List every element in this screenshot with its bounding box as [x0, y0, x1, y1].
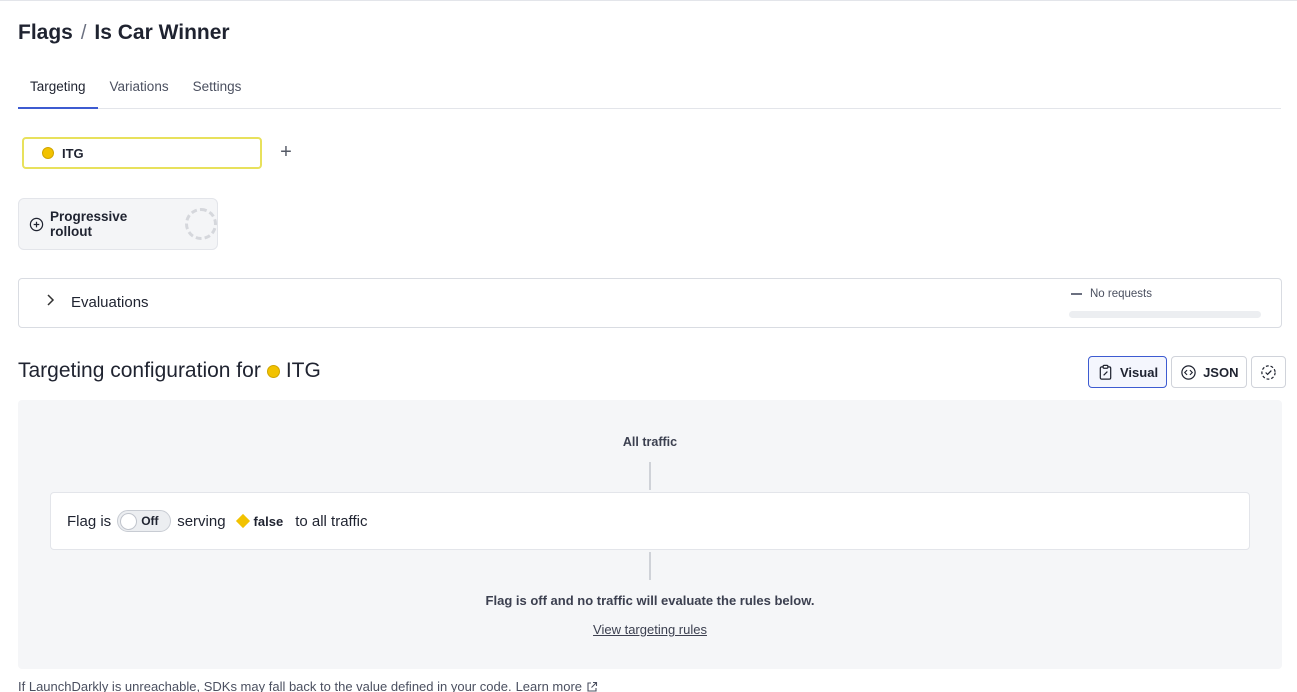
code-icon: [1181, 364, 1196, 380]
page-title: Is Car Winner: [94, 21, 230, 44]
dash-icon: [1071, 293, 1082, 295]
tab-variations[interactable]: Variations: [98, 72, 181, 109]
fallback-note: If LaunchDarkly is unreachable, SDKs may…: [18, 679, 598, 692]
all-traffic-label: All traffic: [622, 435, 678, 449]
breadcrumb: Flags / Is Car Winner: [18, 21, 230, 45]
json-view-button[interactable]: JSON: [1171, 356, 1248, 388]
targeting-config-prefix: Targeting configuration for: [18, 359, 261, 382]
clipboard-icon: [1099, 364, 1112, 380]
diamond-icon: [235, 513, 250, 529]
dashed-check-circle-icon: [1261, 364, 1277, 380]
tab-settings[interactable]: Settings: [181, 72, 254, 109]
flag-status-row: Flag is Off serving false to all traffic: [50, 492, 1250, 550]
connector-line: [649, 462, 651, 490]
evaluations-status: No requests: [1071, 288, 1152, 300]
plus-circle-icon: [29, 217, 44, 231]
environment-pill-itg[interactable]: ITG: [22, 137, 262, 169]
learn-more-link[interactable]: Learn more: [516, 679, 582, 692]
evaluations-panel[interactable]: Evaluations No requests: [18, 278, 1282, 328]
flag-is-label: Flag is: [67, 512, 112, 530]
breadcrumb-separator: /: [80, 21, 87, 44]
targeting-config-env: ITG: [285, 359, 321, 382]
environment-name: ITG: [62, 145, 84, 161]
tab-targeting[interactable]: Targeting: [18, 72, 98, 109]
json-label: JSON: [1203, 364, 1239, 380]
no-requests-label: No requests: [1090, 288, 1153, 300]
breadcrumb-flags-link[interactable]: Flags: [18, 21, 73, 45]
evaluations-bar: [1069, 311, 1261, 318]
environment-color-dot: [42, 147, 54, 159]
view-toggle-group: Visual JSON: [1088, 356, 1287, 388]
progressive-rollout-button[interactable]: Progressive rollout: [18, 198, 218, 250]
to-all-traffic-label: to all traffic: [295, 512, 368, 530]
connector-line: [649, 552, 651, 580]
chevron-right-icon[interactable]: [45, 293, 55, 309]
external-link-icon[interactable]: [586, 681, 598, 692]
fallback-note-text: If LaunchDarkly is unreachable, SDKs may…: [18, 679, 512, 692]
targeting-canvas: All traffic Flag is Off serving false to…: [18, 400, 1282, 669]
tab-bar: Targeting Variations Settings: [18, 72, 1281, 109]
view-targeting-rules-link[interactable]: View targeting rules: [18, 622, 1282, 637]
progressive-rollout-label: Progressive rollout: [50, 209, 128, 239]
check-view-button[interactable]: [1251, 356, 1287, 388]
toggle-knob: [120, 512, 138, 530]
visual-view-button[interactable]: Visual: [1088, 356, 1168, 388]
variation-badge[interactable]: false: [235, 513, 284, 529]
flag-toggle[interactable]: Off: [117, 510, 172, 532]
serving-label: serving: [177, 512, 226, 530]
rollout-progress-ring-icon: [185, 208, 218, 240]
flag-off-message: Flag is off and no traffic will evaluate…: [485, 593, 815, 608]
add-environment-button[interactable]: +: [276, 142, 296, 163]
environment-color-dot: [266, 364, 280, 378]
variation-value: false: [253, 513, 284, 529]
targeting-config-title: Targeting configuration for ITG: [18, 359, 321, 383]
evaluations-title: Evaluations: [71, 294, 149, 311]
toggle-state: Off: [141, 514, 159, 528]
visual-label: Visual: [1120, 364, 1159, 380]
